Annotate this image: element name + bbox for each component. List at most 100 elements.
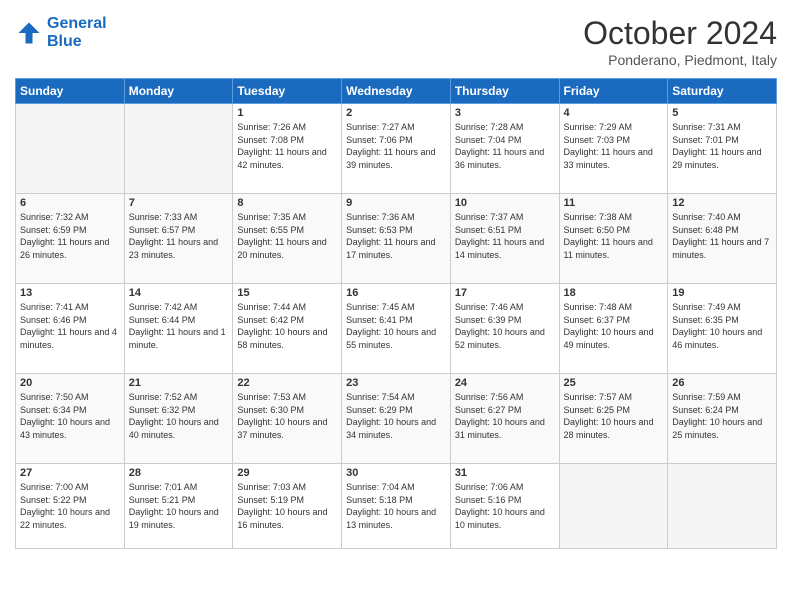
day-info: Sunrise: 7:46 AM Sunset: 6:39 PM Dayligh… [455,301,555,351]
day-cell: 30 Sunrise: 7:04 AM Sunset: 5:18 PM Dayli… [342,464,451,549]
day-info: Sunrise: 7:38 AM Sunset: 6:50 PM Dayligh… [564,211,664,261]
day-number: 7 [129,197,229,209]
calendar-table: SundayMondayTuesdayWednesdayThursdayFrid… [15,78,777,549]
col-header-friday: Friday [559,79,668,104]
day-cell: 1 Sunrise: 7:26 AM Sunset: 7:08 PM Daylig… [233,104,342,194]
col-header-monday: Monday [124,79,233,104]
day-info: Sunrise: 7:56 AM Sunset: 6:27 PM Dayligh… [455,391,555,441]
day-info: Sunrise: 7:40 AM Sunset: 6:48 PM Dayligh… [672,211,772,261]
day-number: 14 [129,287,229,299]
page: General Blue October 2024 Ponderano, Pie… [0,0,792,612]
day-info: Sunrise: 7:53 AM Sunset: 6:30 PM Dayligh… [237,391,337,441]
day-cell: 4Sunrise: 7:29 AM Sunset: 7:03 PM Daylig… [559,104,668,194]
day-info: Sunrise: 7:59 AM Sunset: 6:24 PM Dayligh… [672,391,772,441]
day-number: 19 [672,287,772,299]
day-cell: 31Sunrise: 7:06 AM Sunset: 5:16 PM Dayli… [450,464,559,549]
day-number: 18 [564,287,664,299]
day-info: Sunrise: 7:28 AM Sunset: 7:04 PM Dayligh… [455,121,555,171]
day-number: 20 [20,377,120,389]
day-info: Sunrise: 7:45 AM Sunset: 6:41 PM Dayligh… [346,301,446,351]
day-cell: 14 Sunrise: 7:42 AM Sunset: 6:44 PM Dayli… [124,284,233,374]
title-block: October 2024 Ponderano, Piedmont, Italy [583,15,777,68]
day-number: 15 [237,287,337,299]
logo-icon [15,19,43,47]
day-info: Sunrise: 7:52 AM Sunset: 6:32 PM Dayligh… [129,391,229,441]
day-info: Sunrise: 7:41 AM Sunset: 6:46 PM Dayligh… [20,301,120,351]
day-number: 5 [672,107,772,119]
day-cell: 27Sunrise: 7:00 AM Sunset: 5:22 PM Dayli… [16,464,125,549]
location: Ponderano, Piedmont, Italy [583,52,777,68]
day-number: 3 [455,107,555,119]
day-number: 29 [237,467,337,479]
day-info: Sunrise: 7:03 AM Sunset: 5:19 PM Dayligh… [237,481,337,531]
calendar-header-row: SundayMondayTuesdayWednesdayThursdayFrid… [16,79,777,104]
day-cell: 22 Sunrise: 7:53 AM Sunset: 6:30 PM Dayli… [233,374,342,464]
header: General Blue October 2024 Ponderano, Pie… [15,15,777,68]
day-number: 28 [129,467,229,479]
day-info: Sunrise: 7:54 AM Sunset: 6:29 PM Dayligh… [346,391,446,441]
day-number: 4 [564,107,664,119]
day-number: 8 [237,197,337,209]
day-number: 30 [346,467,446,479]
day-info: Sunrise: 7:31 AM Sunset: 7:01 PM Dayligh… [672,121,772,171]
day-number: 6 [20,197,120,209]
day-number: 25 [564,377,664,389]
day-cell: 5 Sunrise: 7:31 AM Sunset: 7:01 PM Daylig… [668,104,777,194]
day-cell: 10 Sunrise: 7:37 AM Sunset: 6:51 PM Dayli… [450,194,559,284]
week-row-5: 27Sunrise: 7:00 AM Sunset: 5:22 PM Dayli… [16,464,777,549]
day-cell: 9 Sunrise: 7:36 AM Sunset: 6:53 PM Daylig… [342,194,451,284]
day-cell [124,104,233,194]
day-info: Sunrise: 7:37 AM Sunset: 6:51 PM Dayligh… [455,211,555,261]
week-row-1: 1 Sunrise: 7:26 AM Sunset: 7:08 PM Daylig… [16,104,777,194]
day-number: 31 [455,467,555,479]
month-title: October 2024 [583,15,777,52]
day-info: Sunrise: 7:01 AM Sunset: 5:21 PM Dayligh… [129,481,229,531]
day-cell: 6 Sunrise: 7:32 AM Sunset: 6:59 PM Daylig… [16,194,125,284]
week-row-3: 13 Sunrise: 7:41 AM Sunset: 6:46 PM Dayli… [16,284,777,374]
day-cell: 3 Sunrise: 7:28 AM Sunset: 7:04 PM Daylig… [450,104,559,194]
day-cell: 7 Sunrise: 7:33 AM Sunset: 6:57 PM Daylig… [124,194,233,284]
day-info: Sunrise: 7:26 AM Sunset: 7:08 PM Dayligh… [237,121,337,171]
day-cell: 29 Sunrise: 7:03 AM Sunset: 5:19 PM Dayli… [233,464,342,549]
day-cell: 26 Sunrise: 7:59 AM Sunset: 6:24 PM Dayli… [668,374,777,464]
day-number: 21 [129,377,229,389]
col-header-sunday: Sunday [16,79,125,104]
week-row-2: 6 Sunrise: 7:32 AM Sunset: 6:59 PM Daylig… [16,194,777,284]
day-cell: 13 Sunrise: 7:41 AM Sunset: 6:46 PM Dayli… [16,284,125,374]
day-info: Sunrise: 7:48 AM Sunset: 6:37 PM Dayligh… [564,301,664,351]
day-number: 1 [237,107,337,119]
day-cell [668,464,777,549]
day-cell: 25 Sunrise: 7:57 AM Sunset: 6:25 PM Dayli… [559,374,668,464]
week-row-4: 20 Sunrise: 7:50 AM Sunset: 6:34 PM Dayli… [16,374,777,464]
day-number: 24 [455,377,555,389]
day-number: 11 [564,197,664,209]
day-cell: 24 Sunrise: 7:56 AM Sunset: 6:27 PM Dayli… [450,374,559,464]
day-info: Sunrise: 7:50 AM Sunset: 6:34 PM Dayligh… [20,391,120,441]
day-cell: 20 Sunrise: 7:50 AM Sunset: 6:34 PM Dayli… [16,374,125,464]
day-number: 12 [672,197,772,209]
day-number: 26 [672,377,772,389]
day-cell: 28 Sunrise: 7:01 AM Sunset: 5:21 PM Dayli… [124,464,233,549]
day-number: 22 [237,377,337,389]
day-info: Sunrise: 7:27 AM Sunset: 7:06 PM Dayligh… [346,121,446,171]
day-number: 13 [20,287,120,299]
day-info: Sunrise: 7:00 AM Sunset: 5:22 PM Dayligh… [20,481,120,531]
day-info: Sunrise: 7:33 AM Sunset: 6:57 PM Dayligh… [129,211,229,261]
day-info: Sunrise: 7:36 AM Sunset: 6:53 PM Dayligh… [346,211,446,261]
day-number: 9 [346,197,446,209]
day-cell [16,104,125,194]
day-info: Sunrise: 7:04 AM Sunset: 5:18 PM Dayligh… [346,481,446,531]
day-cell: 8Sunrise: 7:35 AM Sunset: 6:55 PM Daylig… [233,194,342,284]
col-header-thursday: Thursday [450,79,559,104]
col-header-tuesday: Tuesday [233,79,342,104]
day-cell: 11 Sunrise: 7:38 AM Sunset: 6:50 PM Dayli… [559,194,668,284]
day-info: Sunrise: 7:49 AM Sunset: 6:35 PM Dayligh… [672,301,772,351]
logo-text: General Blue [47,15,107,50]
day-info: Sunrise: 7:57 AM Sunset: 6:25 PM Dayligh… [564,391,664,441]
day-cell: 23Sunrise: 7:54 AM Sunset: 6:29 PM Dayli… [342,374,451,464]
day-info: Sunrise: 7:42 AM Sunset: 6:44 PM Dayligh… [129,301,229,351]
day-number: 10 [455,197,555,209]
day-cell: 19 Sunrise: 7:49 AM Sunset: 6:35 PM Dayli… [668,284,777,374]
day-info: Sunrise: 7:32 AM Sunset: 6:59 PM Dayligh… [20,211,120,261]
day-cell: 15Sunrise: 7:44 AM Sunset: 6:42 PM Dayli… [233,284,342,374]
